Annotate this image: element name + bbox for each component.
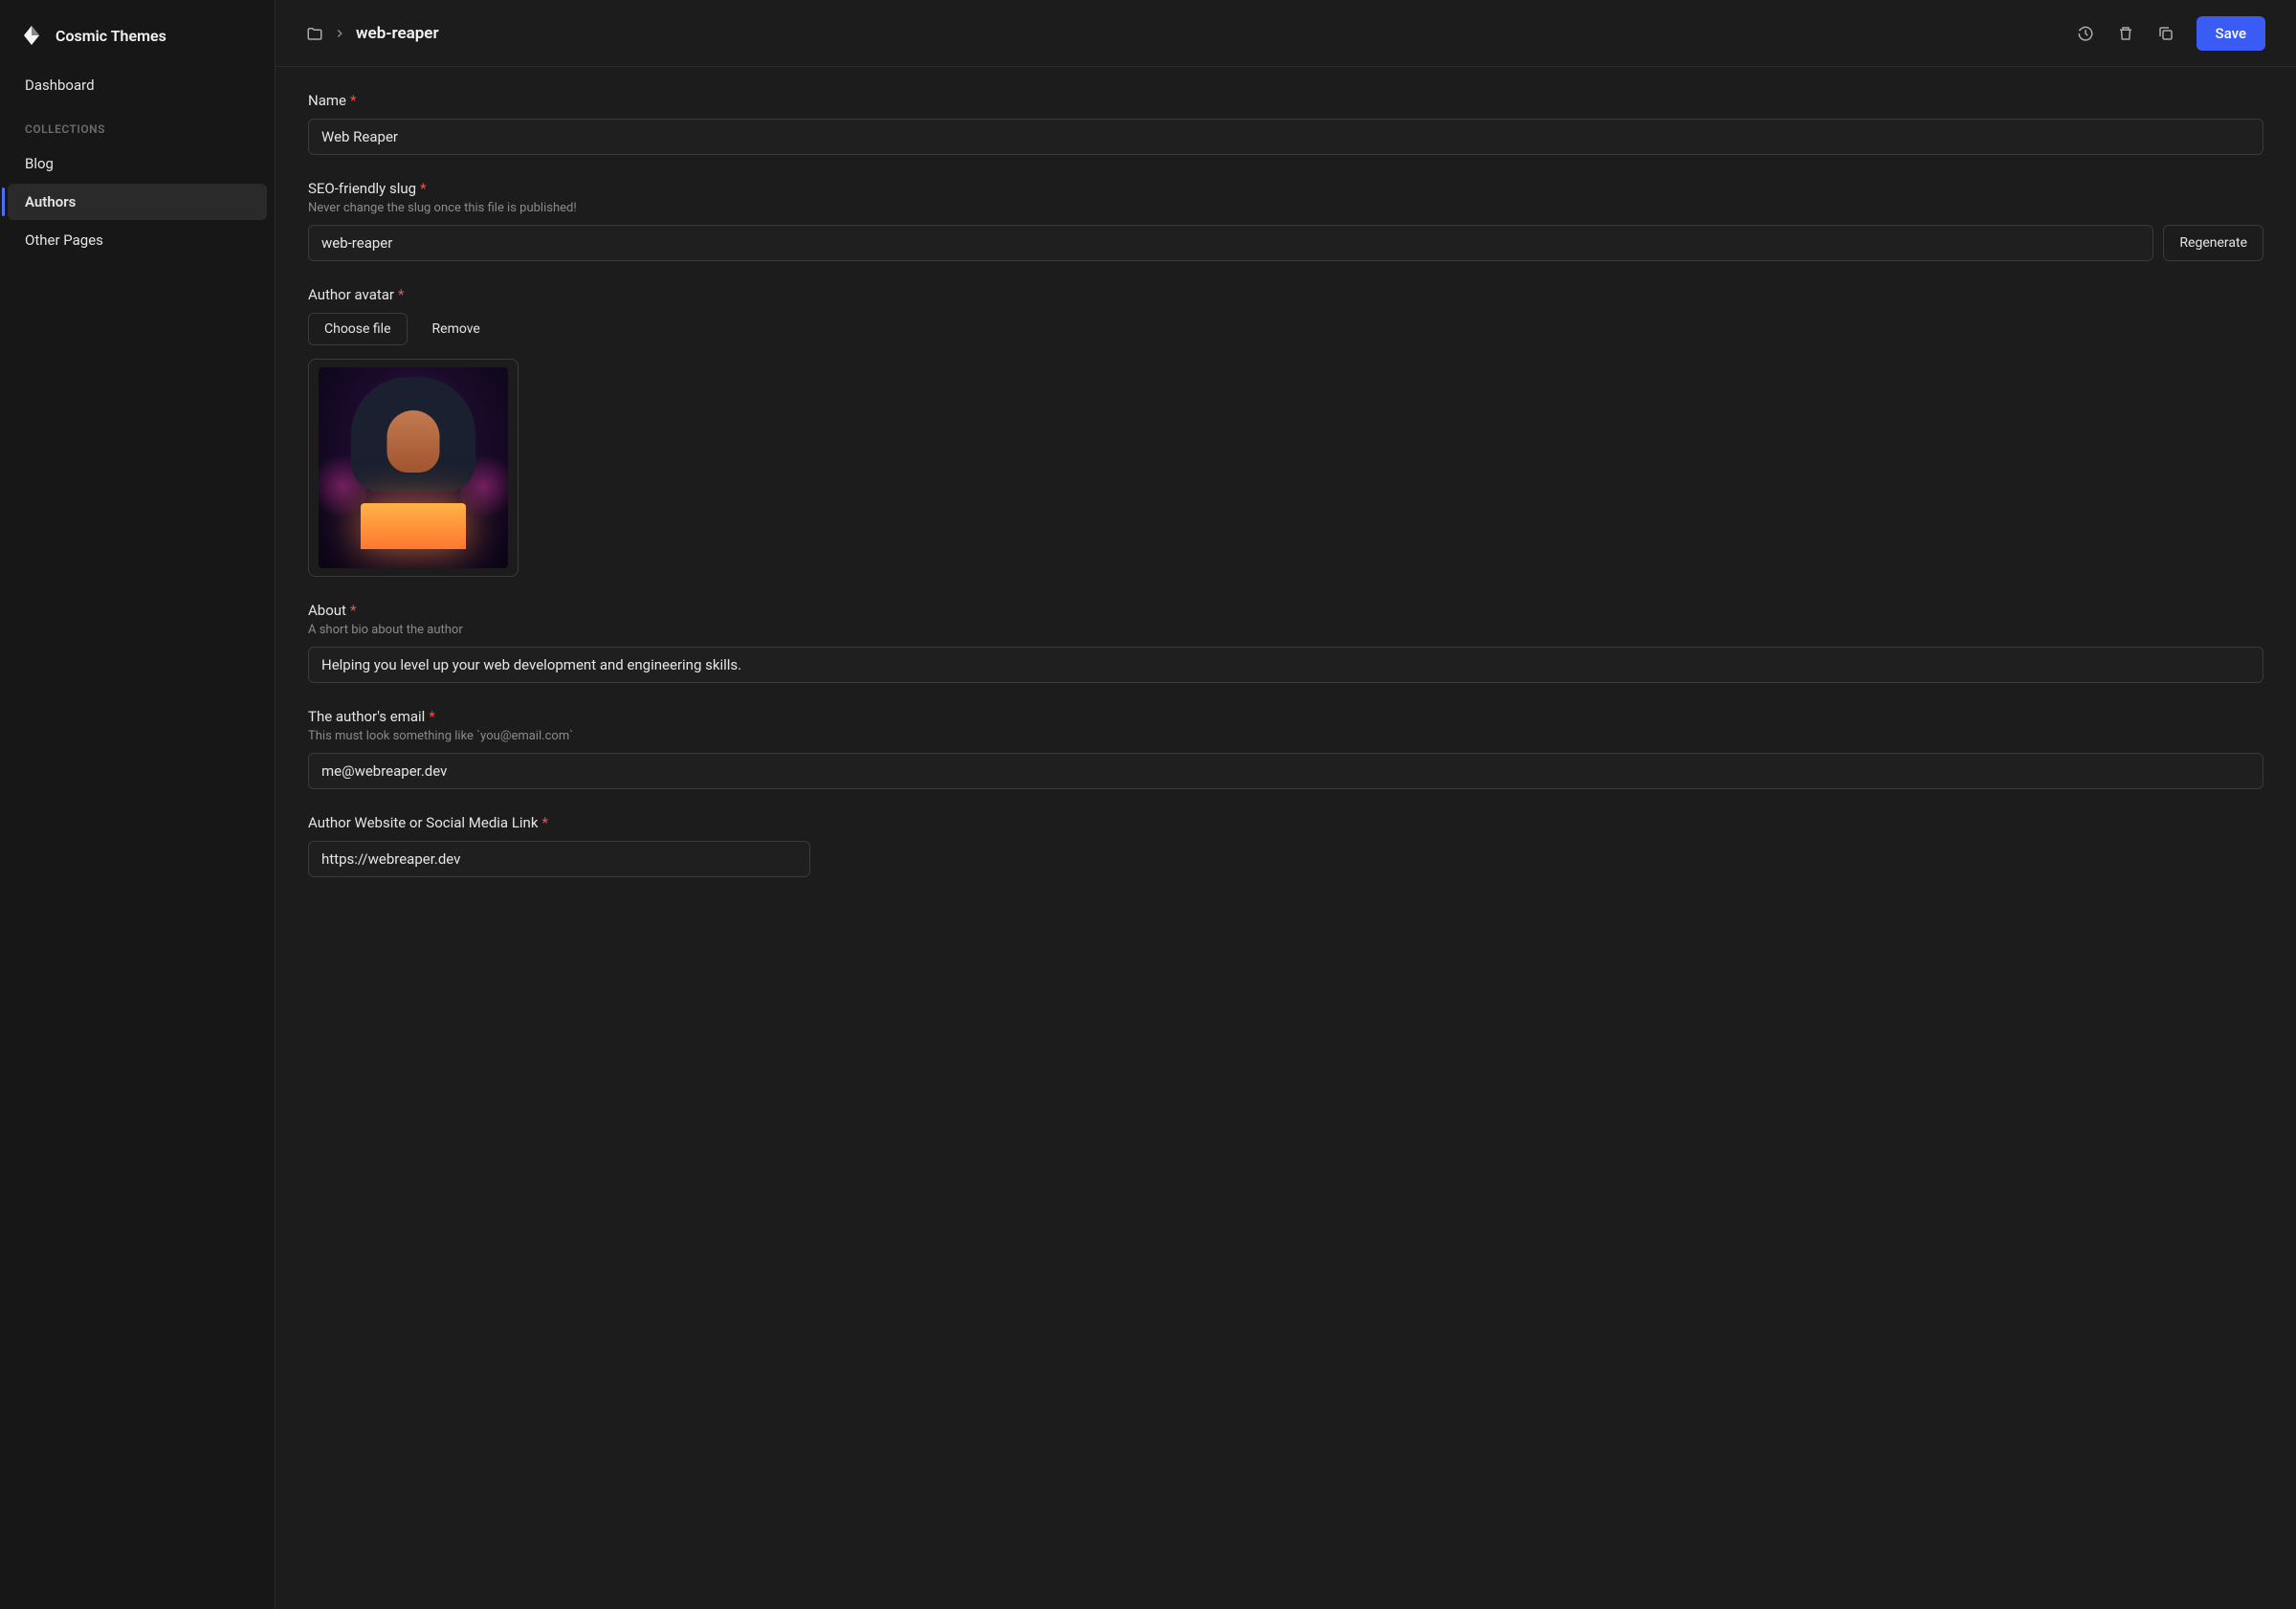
about-help: A short bio about the author: [308, 623, 2263, 637]
sidebar-nav: Dashboard COLLECTIONS Blog Authors Other…: [0, 67, 275, 260]
sidebar-item-blog[interactable]: Blog: [8, 145, 267, 182]
brand: Cosmic Themes: [0, 15, 275, 67]
choose-file-button[interactable]: Choose file: [308, 313, 408, 345]
required-indicator: *: [350, 602, 356, 619]
name-input[interactable]: [308, 119, 2263, 155]
breadcrumb: web-reaper: [306, 24, 439, 43]
slug-input[interactable]: [308, 225, 2153, 261]
email-label: The author's email: [308, 708, 425, 725]
about-label: About: [308, 602, 346, 619]
remove-file-button[interactable]: Remove: [417, 314, 496, 344]
field-slug: SEO-friendly slug * Never change the slu…: [308, 180, 2263, 261]
name-label: Name: [308, 92, 346, 109]
required-indicator: *: [420, 180, 426, 197]
field-website: Author Website or Social Media Link *: [308, 814, 2263, 877]
regenerate-button[interactable]: Regenerate: [2163, 225, 2263, 261]
chevron-right-icon: [333, 27, 346, 40]
topbar: web-reaper: [276, 0, 2296, 67]
website-label: Author Website or Social Media Link: [308, 814, 538, 831]
email-input[interactable]: [308, 753, 2263, 789]
duplicate-icon[interactable]: [2149, 16, 2183, 51]
required-indicator: *: [350, 92, 356, 109]
topbar-actions: Save: [2068, 16, 2265, 51]
required-indicator: *: [541, 814, 547, 831]
sidebar-section-collections: COLLECTIONS: [8, 105, 267, 145]
sidebar-item-dashboard[interactable]: Dashboard: [8, 67, 267, 103]
brand-title: Cosmic Themes: [55, 27, 166, 45]
content: Name * SEO-friendly slug * Never change …: [276, 67, 2296, 1609]
trash-icon[interactable]: [2108, 16, 2143, 51]
field-about: About * A short bio about the author: [308, 602, 2263, 683]
history-icon[interactable]: [2068, 16, 2103, 51]
about-input[interactable]: [308, 647, 2263, 683]
avatar-preview: [308, 359, 519, 577]
save-button[interactable]: Save: [2197, 16, 2265, 51]
folder-icon[interactable]: [306, 25, 323, 42]
email-help: This must look something like `you@email…: [308, 729, 2263, 743]
main: web-reaper: [276, 0, 2296, 1609]
website-input[interactable]: [308, 841, 810, 877]
sidebar-item-authors[interactable]: Authors: [8, 184, 267, 220]
field-name: Name *: [308, 92, 2263, 155]
avatar-label: Author avatar: [308, 286, 394, 303]
field-avatar: Author avatar * Choose file Remove: [308, 286, 2263, 577]
avatar-image: [319, 367, 508, 568]
sidebar: Cosmic Themes Dashboard COLLECTIONS Blog…: [0, 0, 276, 1609]
slug-label: SEO-friendly slug: [308, 180, 416, 197]
required-indicator: *: [398, 286, 404, 303]
slug-help: Never change the slug once this file is …: [308, 201, 2263, 215]
required-indicator: *: [429, 708, 434, 725]
breadcrumb-current: web-reaper: [356, 24, 439, 43]
brand-logo-icon: [19, 23, 44, 48]
sidebar-item-other-pages[interactable]: Other Pages: [8, 222, 267, 258]
field-email: The author's email * This must look some…: [308, 708, 2263, 789]
